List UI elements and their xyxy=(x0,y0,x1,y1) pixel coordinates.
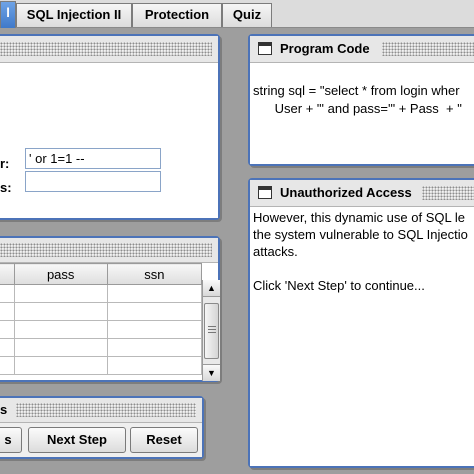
program-code-title: Program Code xyxy=(280,41,370,56)
message-line: However, this dynamic use of SQL le xyxy=(253,210,465,225)
results-table-area: pass ssn ▲ ▼ xyxy=(0,263,220,381)
controls-titlebar: s xyxy=(0,398,202,423)
continue-instruction: Click 'Next Step' to continue... xyxy=(253,278,425,293)
table-scrollbar[interactable]: ▲ ▼ xyxy=(202,280,220,381)
table-row[interactable] xyxy=(0,302,203,321)
column-header-pass[interactable]: pass xyxy=(13,263,108,285)
unauthorized-access-title: Unauthorized Access xyxy=(280,185,412,200)
tab-bar: l SQL Injection II Protection Quiz xyxy=(0,0,474,28)
table-row[interactable] xyxy=(0,320,203,339)
controls-title: s xyxy=(0,402,8,417)
pass-input[interactable] xyxy=(25,171,161,192)
previous-step-button[interactable]: s xyxy=(0,427,22,453)
user-label: r: xyxy=(0,156,10,171)
table-row[interactable] xyxy=(0,338,203,357)
login-frame: r: ' or 1=1 -- s: xyxy=(0,34,220,220)
tab-sql-injection-ii[interactable]: SQL Injection II xyxy=(16,3,132,27)
login-frame-titlebar xyxy=(0,36,218,63)
results-frame: pass ssn ▲ ▼ xyxy=(0,236,220,382)
scroll-thumb[interactable] xyxy=(204,303,219,359)
results-table: pass ssn xyxy=(0,263,203,375)
unauthorized-access-frame: Unauthorized Access However, this dynami… xyxy=(248,178,474,468)
table-row[interactable] xyxy=(0,356,203,375)
program-code-body: string sql = "select * from login wher U… xyxy=(250,63,474,164)
code-line: string sql = "select * from login wher xyxy=(253,83,460,98)
column-header[interactable] xyxy=(0,263,15,285)
message-line: attacks. xyxy=(253,244,298,259)
results-frame-titlebar xyxy=(0,238,218,263)
titlebar-grip xyxy=(16,403,196,417)
column-header-ssn[interactable]: ssn xyxy=(106,263,203,285)
tab-protection[interactable]: Protection xyxy=(132,3,222,27)
tab-quiz[interactable]: Quiz xyxy=(222,3,272,27)
user-input[interactable]: ' or 1=1 -- xyxy=(25,148,161,169)
code-line: User + "' and pass='" + Pass + " xyxy=(253,101,462,116)
titlebar-grip xyxy=(0,243,212,257)
reset-button[interactable]: Reset xyxy=(130,427,198,453)
table-row[interactable] xyxy=(0,284,203,303)
titlebar-grip xyxy=(382,42,474,56)
program-code-titlebar: Program Code xyxy=(250,36,474,63)
next-step-button[interactable]: Next Step xyxy=(28,427,126,453)
scroll-up-icon[interactable]: ▲ xyxy=(203,280,220,297)
message-line: the system vulnerable to SQL Injectio xyxy=(253,227,468,242)
window-icon xyxy=(258,186,272,199)
scroll-down-icon[interactable]: ▼ xyxy=(203,364,220,381)
titlebar-grip xyxy=(0,42,212,56)
titlebar-grip xyxy=(422,186,474,200)
window-icon xyxy=(258,42,272,55)
program-code-frame: Program Code string sql = "select * from… xyxy=(248,34,474,166)
pass-label: s: xyxy=(0,180,12,195)
unauthorized-access-body: However, this dynamic use of SQL le the … xyxy=(250,207,474,466)
tab-sql-injection[interactable]: l xyxy=(0,1,16,28)
login-form: r: ' or 1=1 -- s: xyxy=(0,63,218,218)
unauthorized-access-titlebar: Unauthorized Access xyxy=(250,180,474,207)
